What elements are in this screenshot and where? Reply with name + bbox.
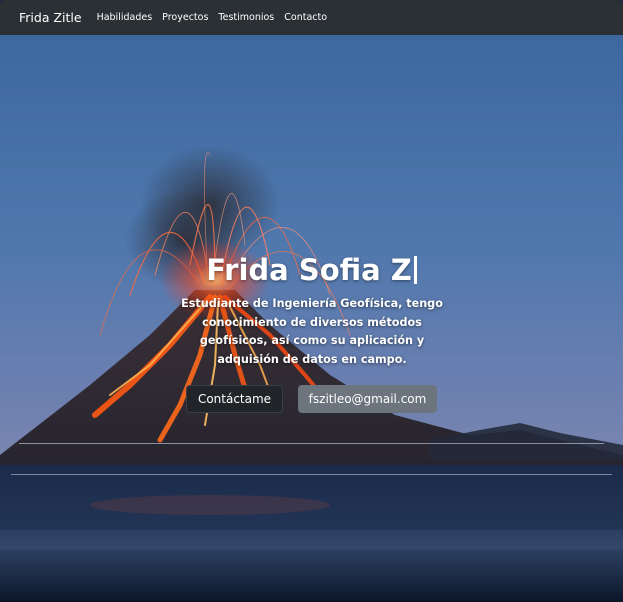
divider <box>19 443 604 444</box>
nav-link-testimonios[interactable]: Testimonios <box>218 12 274 23</box>
nav-link-proyectos[interactable]: Proyectos <box>162 12 208 23</box>
nav-link-contacto[interactable]: Contacto <box>284 12 327 23</box>
hero-title: Frida Sofia Z <box>0 253 623 287</box>
hero-description: Estudiante de Ingeniería Geofísica, teng… <box>181 297 443 366</box>
email-button[interactable]: fszitleo@gmail.com <box>298 385 437 413</box>
hero-section: Frida Sofia Z Estudiante de Ingeniería G… <box>0 35 623 602</box>
divider <box>11 474 612 475</box>
hero-title-text: Frida Sofia Z <box>206 253 412 287</box>
navbar: Frida Zitle Habilidades Proyectos Testim… <box>0 0 623 35</box>
brand-link[interactable]: Frida Zitle <box>19 10 82 25</box>
contact-button[interactable]: Contáctame <box>186 385 283 413</box>
typing-cursor <box>413 256 417 284</box>
nav-link-habilidades[interactable]: Habilidades <box>97 12 153 23</box>
